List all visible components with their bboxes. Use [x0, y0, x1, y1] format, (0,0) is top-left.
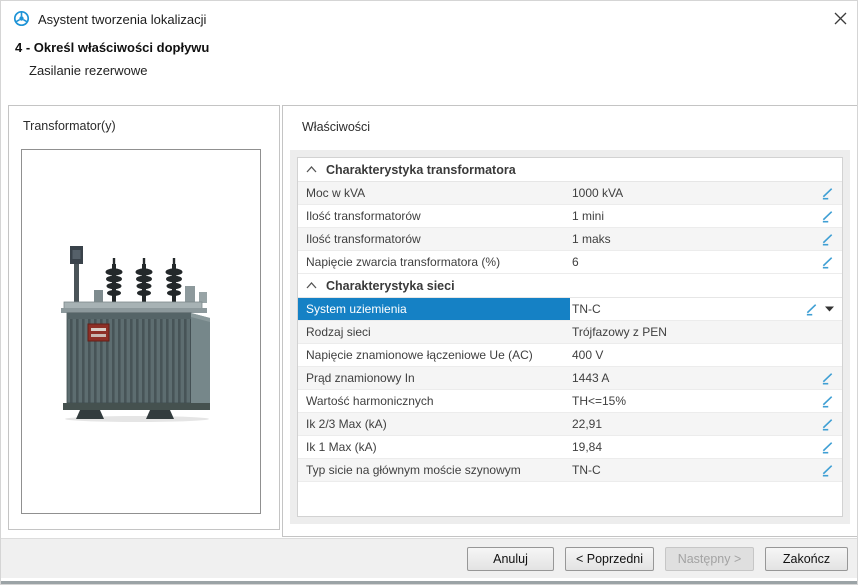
row-actions: [821, 210, 842, 223]
property-label: Prąd znamionowy In: [298, 367, 570, 389]
property-value: 400 V: [570, 348, 834, 362]
row-actions: [821, 187, 842, 200]
row-actions: [821, 464, 842, 477]
property-row[interactable]: Ilość transformatorów1 mini: [298, 205, 842, 228]
next-button[interactable]: Następny >: [665, 547, 754, 571]
property-value: TN-C: [570, 463, 821, 477]
properties-table: Charakterystyka transformatoraMoc w kVA1…: [297, 157, 843, 517]
close-icon[interactable]: [830, 8, 850, 28]
property-row[interactable]: Rodzaj sieciTrójfazowy z PEN: [298, 321, 842, 344]
property-row[interactable]: Prąd znamionowy In1443 A: [298, 367, 842, 390]
previous-button[interactable]: < Poprzedni: [565, 547, 654, 571]
property-label: Ik 2/3 Max (kA): [298, 413, 570, 435]
property-value: 1 maks: [570, 232, 821, 246]
window-bottom-edge: [1, 581, 858, 584]
property-row[interactable]: System uziemieniaTN-C: [298, 298, 842, 321]
property-label: Napięcie zwarcia transformatora (%): [298, 251, 570, 273]
section-header[interactable]: Charakterystyka transformatora: [298, 158, 842, 182]
row-actions: [821, 256, 842, 269]
step-title: 4 - Określ właściwości dopływu: [15, 40, 209, 55]
pencil-icon[interactable]: [821, 441, 834, 454]
property-label: Typ sicie na głównym moście szynowym: [298, 459, 570, 481]
pencil-icon[interactable]: [805, 303, 818, 316]
chevron-up-icon: [306, 282, 317, 289]
properties-list: Charakterystyka transformatoraMoc w kVA1…: [290, 150, 850, 524]
property-label: Rodzaj sieci: [298, 321, 570, 343]
property-label: Napięcie znamionowe łączeniowe Ue (AC): [298, 344, 570, 366]
properties-panel-title: Właściwości: [302, 120, 370, 134]
row-actions: [821, 418, 842, 431]
property-row[interactable]: Wartość harmonicznychTH<=15%: [298, 390, 842, 413]
wizard-dialog: Asystent tworzenia lokalizacji 4 - Okreś…: [0, 0, 858, 585]
property-row[interactable]: Ilość transformatorów1 maks: [298, 228, 842, 251]
transformer-illustration: [52, 242, 222, 422]
property-row[interactable]: Ik 1 Max (kA)19,84: [298, 436, 842, 459]
property-value: 6: [570, 255, 821, 269]
row-actions: [821, 233, 842, 246]
pencil-icon[interactable]: [821, 395, 834, 408]
pencil-icon[interactable]: [821, 464, 834, 477]
property-row[interactable]: Typ sicie na głównym moście szynowymTN-C: [298, 459, 842, 482]
window-title: Asystent tworzenia lokalizacji: [38, 12, 206, 27]
transformer-panel-title: Transformator(y): [23, 119, 116, 133]
row-actions: [821, 441, 842, 454]
property-label: Ilość transformatorów: [298, 228, 570, 250]
row-actions: [821, 372, 842, 385]
step-subtitle: Zasilanie rezerwowe: [29, 63, 148, 78]
property-value: TN-C: [570, 302, 805, 316]
property-label: Ilość transformatorów: [298, 205, 570, 227]
properties-panel: Właściwości Charakterystyka transformato…: [282, 105, 858, 537]
property-value: 1000 kVA: [570, 186, 821, 200]
property-label: Moc w kVA: [298, 182, 570, 204]
property-value: 22,91: [570, 417, 821, 431]
wizard-icon: [13, 10, 30, 27]
pencil-icon[interactable]: [821, 210, 834, 223]
property-value: 1 mini: [570, 209, 821, 223]
finish-button[interactable]: Zakończ: [765, 547, 848, 571]
transformer-panel: Transformator(y): [8, 105, 280, 530]
property-row[interactable]: Napięcie zwarcia transformatora (%)6: [298, 251, 842, 274]
caret-down-icon[interactable]: [825, 306, 834, 312]
section-header[interactable]: Charakterystyka sieci: [298, 274, 842, 298]
row-actions: [821, 395, 842, 408]
pencil-icon[interactable]: [821, 187, 834, 200]
property-label: System uziemienia: [298, 298, 570, 320]
pencil-icon[interactable]: [821, 372, 834, 385]
property-value: 19,84: [570, 440, 821, 454]
property-label: Ik 1 Max (kA): [298, 436, 570, 458]
property-value: TH<=15%: [570, 394, 821, 408]
chevron-up-icon: [306, 166, 317, 173]
row-actions: [805, 303, 842, 316]
pencil-icon[interactable]: [821, 256, 834, 269]
property-value: 1443 A: [570, 371, 821, 385]
property-row[interactable]: Ik 2/3 Max (kA)22,91: [298, 413, 842, 436]
pencil-icon[interactable]: [821, 233, 834, 246]
button-bar: Anuluj < Poprzedni Następny > Zakończ: [1, 538, 858, 578]
transformer-image: [21, 149, 261, 514]
property-label: Wartość harmonicznych: [298, 390, 570, 412]
property-value: Trójfazowy z PEN: [570, 325, 834, 339]
section-title: Charakterystyka transformatora: [326, 163, 516, 177]
property-row[interactable]: Moc w kVA1000 kVA: [298, 182, 842, 205]
property-row[interactable]: Napięcie znamionowe łączeniowe Ue (AC)40…: [298, 344, 842, 367]
pencil-icon[interactable]: [821, 418, 834, 431]
cancel-button[interactable]: Anuluj: [467, 547, 554, 571]
section-title: Charakterystyka sieci: [326, 279, 455, 293]
